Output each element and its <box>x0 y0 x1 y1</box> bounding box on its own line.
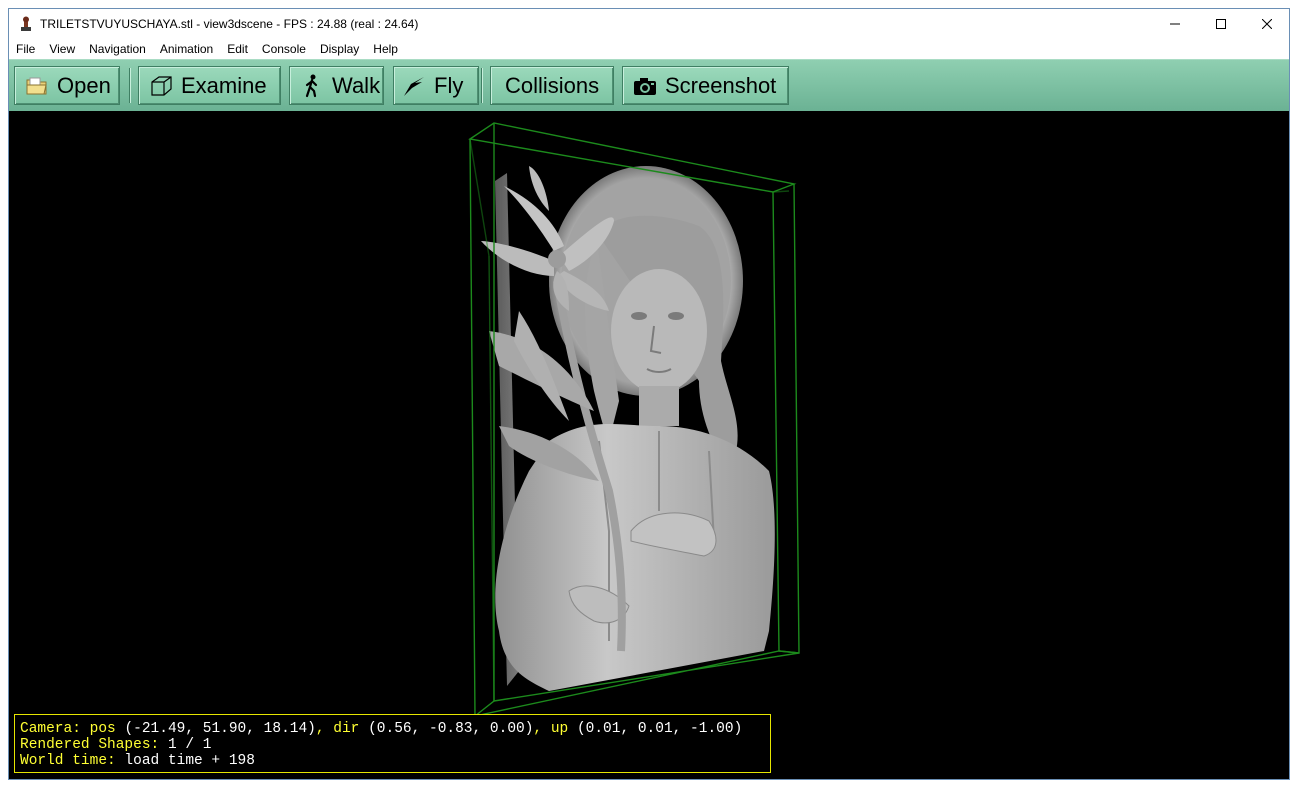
pos-label: pos <box>89 721 116 737</box>
window-controls <box>1152 9 1290 39</box>
fly-label: Fly <box>434 72 464 98</box>
toolbar-separator <box>129 68 131 103</box>
time-label: World time: <box>20 753 116 769</box>
examine-label: Examine <box>181 72 267 98</box>
collisions-label: Collisions <box>505 72 600 98</box>
scene-render <box>468 122 800 718</box>
open-folder-icon <box>25 74 49 98</box>
camera-icon <box>633 74 657 98</box>
close-button[interactable] <box>1244 9 1290 39</box>
camera-label: Camera: <box>20 721 81 737</box>
menu-animation[interactable]: Animation <box>153 42 220 56</box>
app-window: TRILETSTVUYUSCHAYA.stl - view3dscene - F… <box>0 0 1300 787</box>
up-label: up <box>550 721 569 737</box>
menu-help[interactable]: Help <box>366 42 405 56</box>
fly-icon <box>402 74 426 98</box>
minimize-icon <box>1170 23 1180 25</box>
title-bar[interactable]: TRILETSTVUYUSCHAYA.stl - view3dscene - F… <box>9 9 1290 39</box>
walk-button[interactable]: Walk <box>289 66 384 105</box>
close-icon <box>1262 19 1272 29</box>
time-value: load time + 198 <box>124 753 255 769</box>
menu-view[interactable]: View <box>42 42 82 56</box>
cube-icon <box>149 74 173 98</box>
shapes-value: 1 / 1 <box>167 737 212 753</box>
app-icon <box>18 16 34 32</box>
3d-viewport[interactable]: Camera: pos (-21.49, 51.90, 18.14), dir … <box>9 111 1290 779</box>
walk-label: Walk <box>332 72 381 98</box>
shapes-label: Rendered Shapes: <box>20 737 160 753</box>
toolbar-separator <box>481 68 483 103</box>
screenshot-label: Screenshot <box>665 72 777 98</box>
open-button[interactable]: Open <box>14 66 120 105</box>
dir-label: dir <box>333 721 360 737</box>
window-title: TRILETSTVUYUSCHAYA.stl - view3dscene - F… <box>40 17 419 31</box>
dir-value: (0.56, -0.83, 0.00) <box>368 721 534 737</box>
relief-model <box>481 166 775 691</box>
open-label: Open <box>57 72 111 98</box>
walk-icon <box>300 74 324 98</box>
maximize-button[interactable] <box>1198 9 1244 39</box>
menu-bar: File View Navigation Animation Edit Cons… <box>9 39 1290 59</box>
fly-button[interactable]: Fly <box>393 66 479 105</box>
maximize-icon <box>1216 19 1226 29</box>
screenshot-button[interactable]: Screenshot <box>622 66 789 105</box>
menu-navigation[interactable]: Navigation <box>82 42 153 56</box>
examine-button[interactable]: Examine <box>138 66 281 105</box>
toolbar: Open Examine Walk Fly Collisions Screens… <box>9 59 1290 111</box>
up-value: (0.01, 0.01, -1.00) <box>576 721 743 737</box>
status-overlay: Camera: pos (-21.49, 51.90, 18.14), dir … <box>14 714 771 773</box>
menu-edit[interactable]: Edit <box>220 42 255 56</box>
menu-file[interactable]: File <box>9 42 42 56</box>
menu-console[interactable]: Console <box>255 42 313 56</box>
pos-value: (-21.49, 51.90, 18.14) <box>124 721 316 737</box>
minimize-button[interactable] <box>1152 9 1198 39</box>
menu-display[interactable]: Display <box>313 42 366 56</box>
collisions-button[interactable]: Collisions <box>490 66 614 105</box>
